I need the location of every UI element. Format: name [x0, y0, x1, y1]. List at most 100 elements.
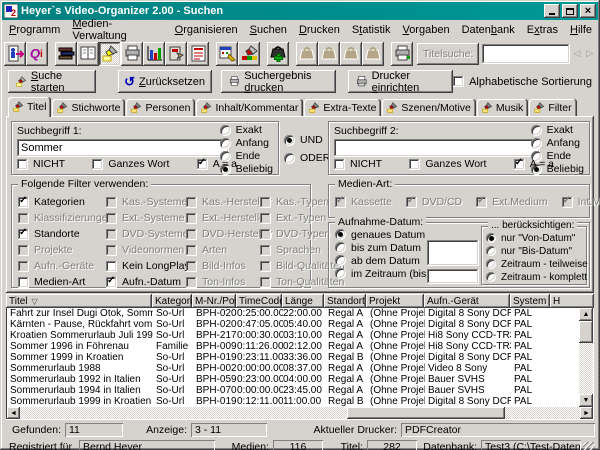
mode-radio[interactable]: Exakt — [531, 124, 584, 136]
result-row[interactable]: Sommerurlaub 1994 in Italien So-Url BPH-… — [7, 385, 579, 396]
menu-item[interactable]: Statistik — [346, 22, 397, 38]
media-bag-3-button[interactable] — [340, 42, 362, 66]
datum-radio[interactable]: bis zum Datum — [335, 242, 433, 253]
datum-input[interactable] — [427, 240, 479, 266]
nicht-checkbox[interactable]: NICHT — [334, 158, 382, 170]
filter-checkbox[interactable]: Arten — [186, 244, 260, 256]
filter-checkbox[interactable]: Ton-Infos — [186, 276, 260, 288]
menu-item[interactable]: Hilfe — [564, 22, 598, 38]
filter-checkbox[interactable]: Kein LongPlay — [106, 260, 186, 272]
case-checkbox[interactable]: A = a — [197, 158, 237, 170]
menu-item[interactable]: Datenbank — [456, 22, 521, 38]
column-header-h[interactable]: H — [550, 294, 594, 308]
menu-item[interactable]: Organisieren — [169, 22, 244, 38]
tab[interactable]: Szenen/Motive — [382, 99, 475, 116]
menu-item[interactable]: Drucken — [293, 22, 346, 38]
result-row[interactable]: Fahrt zur Insel Dugi Otok, Sommerur... S… — [7, 308, 579, 319]
filter-checkbox[interactable]: Ext.-Systeme — [106, 212, 186, 224]
next-title-icon[interactable]: ▷ — [586, 48, 593, 59]
filter-checkbox[interactable]: Kas.-Hersteller — [186, 196, 260, 208]
scroll-right-icon[interactable]: ► — [580, 407, 593, 419]
scroll-left-icon[interactable]: ◄ — [7, 407, 20, 419]
vertical-scroll-thumb[interactable] — [579, 321, 593, 343]
search-button[interactable] — [99, 42, 121, 66]
statistics-button[interactable] — [143, 42, 165, 66]
beruecksichtigen-radio[interactable]: Zeitraum - komplett — [486, 271, 588, 283]
filter-checkbox[interactable]: Aufn.-Geräte — [18, 260, 106, 272]
search-color-button[interactable] — [238, 42, 260, 66]
filter-checkbox[interactable]: Standorte — [18, 228, 106, 240]
filter-checkbox[interactable]: Aufn.-Datum — [106, 276, 186, 288]
tab[interactable]: Personen — [126, 99, 195, 116]
tab[interactable]: Inhalt/Kommentar — [196, 99, 303, 116]
tab[interactable]: Stichworte — [52, 99, 125, 116]
filter-checkbox[interactable]: Bild-Infos — [186, 260, 260, 272]
filter-checkbox[interactable]: DVD-Hersteller — [186, 228, 260, 240]
datum-radio[interactable]: im Zeitraum (bis:) — [335, 268, 433, 279]
horizontal-scroll-thumb[interactable] — [347, 407, 505, 419]
mode-radio[interactable]: Anfang — [220, 137, 273, 149]
suche-starten-button[interactable]: Suche starten — [8, 70, 96, 93]
medienart-checkbox[interactable]: Int.Medium — [562, 196, 600, 208]
minimize-button[interactable] — [544, 4, 560, 18]
print-button[interactable] — [121, 42, 143, 66]
scroll-down-icon[interactable]: ▼ — [579, 394, 593, 407]
add-media-button[interactable] — [267, 42, 289, 66]
column-header-laenge[interactable]: Länge — [282, 294, 324, 308]
column-header-timecode[interactable]: TimeCode — [236, 294, 282, 308]
index-cards-button[interactable] — [77, 42, 99, 66]
suchbegriff1-input[interactable] — [17, 139, 229, 157]
column-header-titel[interactable]: Titel ▽ — [6, 294, 152, 308]
prev-title-icon[interactable]: ◁ — [573, 48, 580, 59]
menu-item[interactable]: Extras — [521, 22, 564, 38]
medienart-checkbox[interactable]: Kassette — [335, 196, 392, 208]
mode-radio[interactable]: Exakt — [220, 124, 273, 136]
combine-radio[interactable]: ODER — [284, 152, 326, 164]
suchergebnis-drucken-button[interactable]: Suchergebnis drucken — [221, 70, 336, 93]
search-date-button[interactable] — [216, 42, 238, 66]
beruecksichtigen-radio[interactable]: nur "Bis-Datum" — [486, 245, 588, 257]
tab[interactable]: Musik — [477, 99, 528, 116]
menu-item[interactable]: Vorgaben — [396, 22, 455, 38]
result-row[interactable]: Kroatien Sommerurlaub Juli 1998 - ... So… — [7, 330, 579, 341]
scroll-up-icon[interactable]: ▲ — [579, 308, 593, 321]
ganzes-wort-checkbox[interactable]: Ganzes Wort — [409, 158, 486, 170]
quick-info-button[interactable]: Q i — [26, 42, 48, 66]
options-button[interactable] — [165, 42, 187, 66]
medienart-checkbox[interactable]: Ext.Medium — [476, 196, 547, 208]
menu-item[interactable]: Programm — [3, 22, 66, 38]
beruecksichtigen-radio[interactable]: nur "Von-Datum" — [486, 232, 588, 244]
filter-checkbox[interactable]: Medien-Art — [18, 276, 106, 288]
column-header-kategorie[interactable]: Kategorie — [152, 294, 192, 308]
combine-radio[interactable]: UND — [284, 134, 326, 146]
horizontal-scrollbar[interactable]: ◄ ► — [7, 407, 593, 419]
alphabetische-sortierung-checkbox[interactable]: Alphabetische Sortierung — [453, 76, 592, 88]
datum-radio[interactable]: genaues Datum — [335, 229, 433, 240]
close-button[interactable]: × — [580, 4, 596, 18]
exit-button[interactable] — [4, 42, 26, 66]
media-bag-1-button[interactable] — [296, 42, 318, 66]
filter-checkbox[interactable]: Kas.-Systeme — [106, 196, 186, 208]
tab[interactable]: Filter — [529, 99, 576, 116]
column-header-standort[interactable]: Standort — [324, 294, 366, 308]
filter-checkbox[interactable]: Klassifizierungen — [18, 212, 106, 224]
column-header-mnr[interactable]: M-Nr./Pos. — [192, 294, 236, 308]
maximize-button[interactable] — [562, 4, 578, 18]
titelsuche-button[interactable]: Titelsuche: — [417, 43, 479, 65]
result-row[interactable]: Kärnten - Pause, Rückfahrt vom So... So-… — [7, 319, 579, 330]
suchbegriff2-input[interactable] — [334, 139, 540, 157]
beruecksichtigen-radio[interactable]: Zeitraum - teilweise — [486, 258, 588, 270]
nicht-checkbox[interactable]: NICHT — [17, 158, 65, 170]
column-header-system[interactable]: System — [510, 294, 550, 308]
tab[interactable]: Extra-Texte — [304, 99, 381, 116]
media-bag-2-button[interactable] — [318, 42, 340, 66]
case-checkbox[interactable]: A = a — [514, 158, 554, 170]
column-header-projekt[interactable]: Projekt — [366, 294, 424, 308]
filter-checkbox[interactable]: DVD-Systeme — [106, 228, 186, 240]
result-row[interactable]: Sommerurlaub 1988 So-Url BPH-002... 0:00… — [7, 363, 579, 374]
titelsuche-input[interactable] — [482, 44, 570, 64]
filter-checkbox[interactable]: Videonormen — [106, 244, 186, 256]
result-row[interactable]: Sommer 1999 in Kroatien So-Url BPH-019..… — [7, 352, 579, 363]
ganzes-wort-checkbox[interactable]: Ganzes Wort — [92, 158, 169, 170]
print-2-button[interactable] — [391, 42, 413, 66]
